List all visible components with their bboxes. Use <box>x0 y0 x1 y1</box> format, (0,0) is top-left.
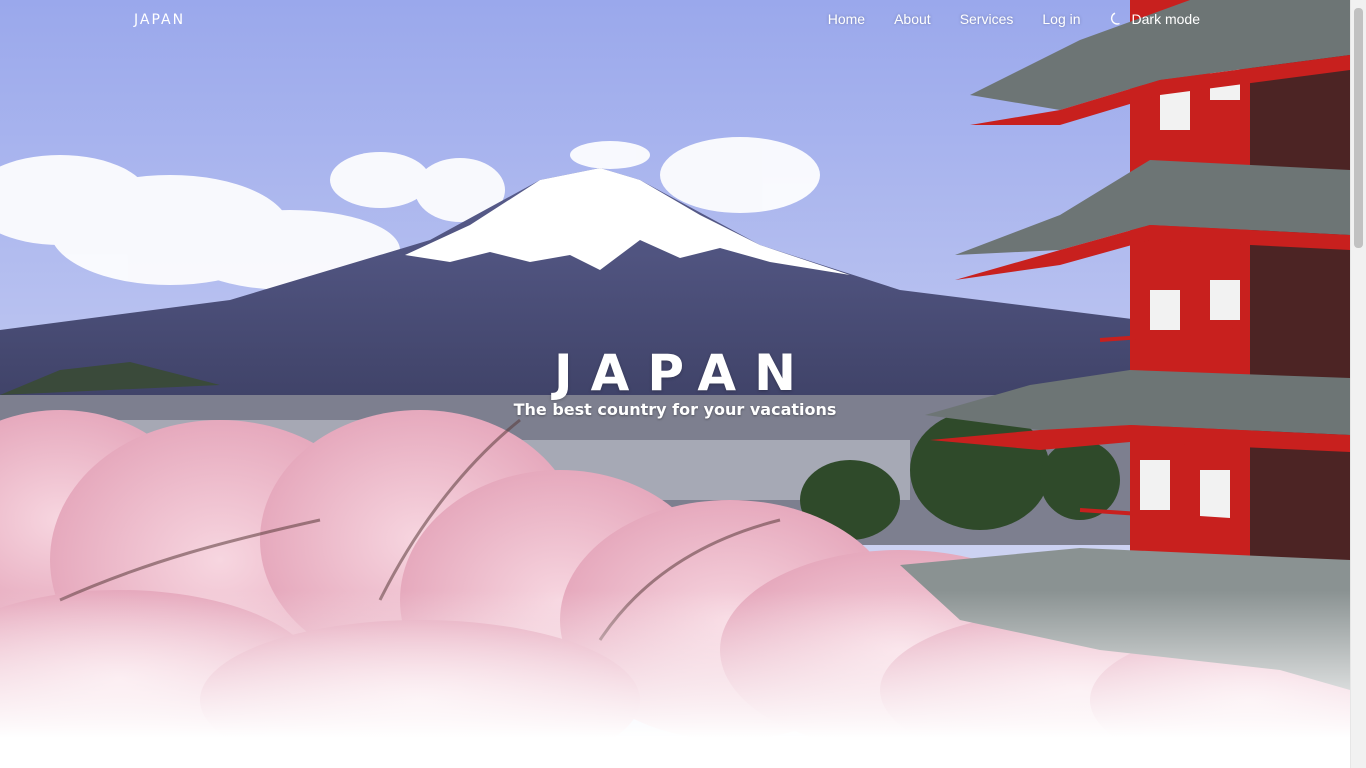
hero-title: JAPAN <box>554 344 814 402</box>
page-scrollbar[interactable] <box>1350 0 1366 768</box>
hero-text: JAPAN The best country for your vacation… <box>0 342 1350 419</box>
nav-link-home[interactable]: Home <box>828 11 865 27</box>
dark-mode-toggle[interactable]: Dark mode <box>1110 11 1200 27</box>
brand-logo[interactable]: JAPAN <box>134 12 185 28</box>
dark-mode-label: Dark mode <box>1131 11 1200 27</box>
nav-menu: Home About Services Log in Dark mode <box>799 11 1200 27</box>
hero-subtitle: The best country for your vacations <box>513 400 837 419</box>
nav-link-services[interactable]: Services <box>960 11 1014 27</box>
top-navbar: JAPAN Home About Services Log in Dark mo… <box>0 0 1350 44</box>
nav-link-about[interactable]: About <box>894 11 931 27</box>
scrollbar-thumb[interactable] <box>1354 8 1363 248</box>
moon-icon <box>1110 12 1120 25</box>
nav-link-log-in[interactable]: Log in <box>1042 11 1080 27</box>
page: JAPAN Home About Services Log in Dark mo… <box>0 0 1366 768</box>
